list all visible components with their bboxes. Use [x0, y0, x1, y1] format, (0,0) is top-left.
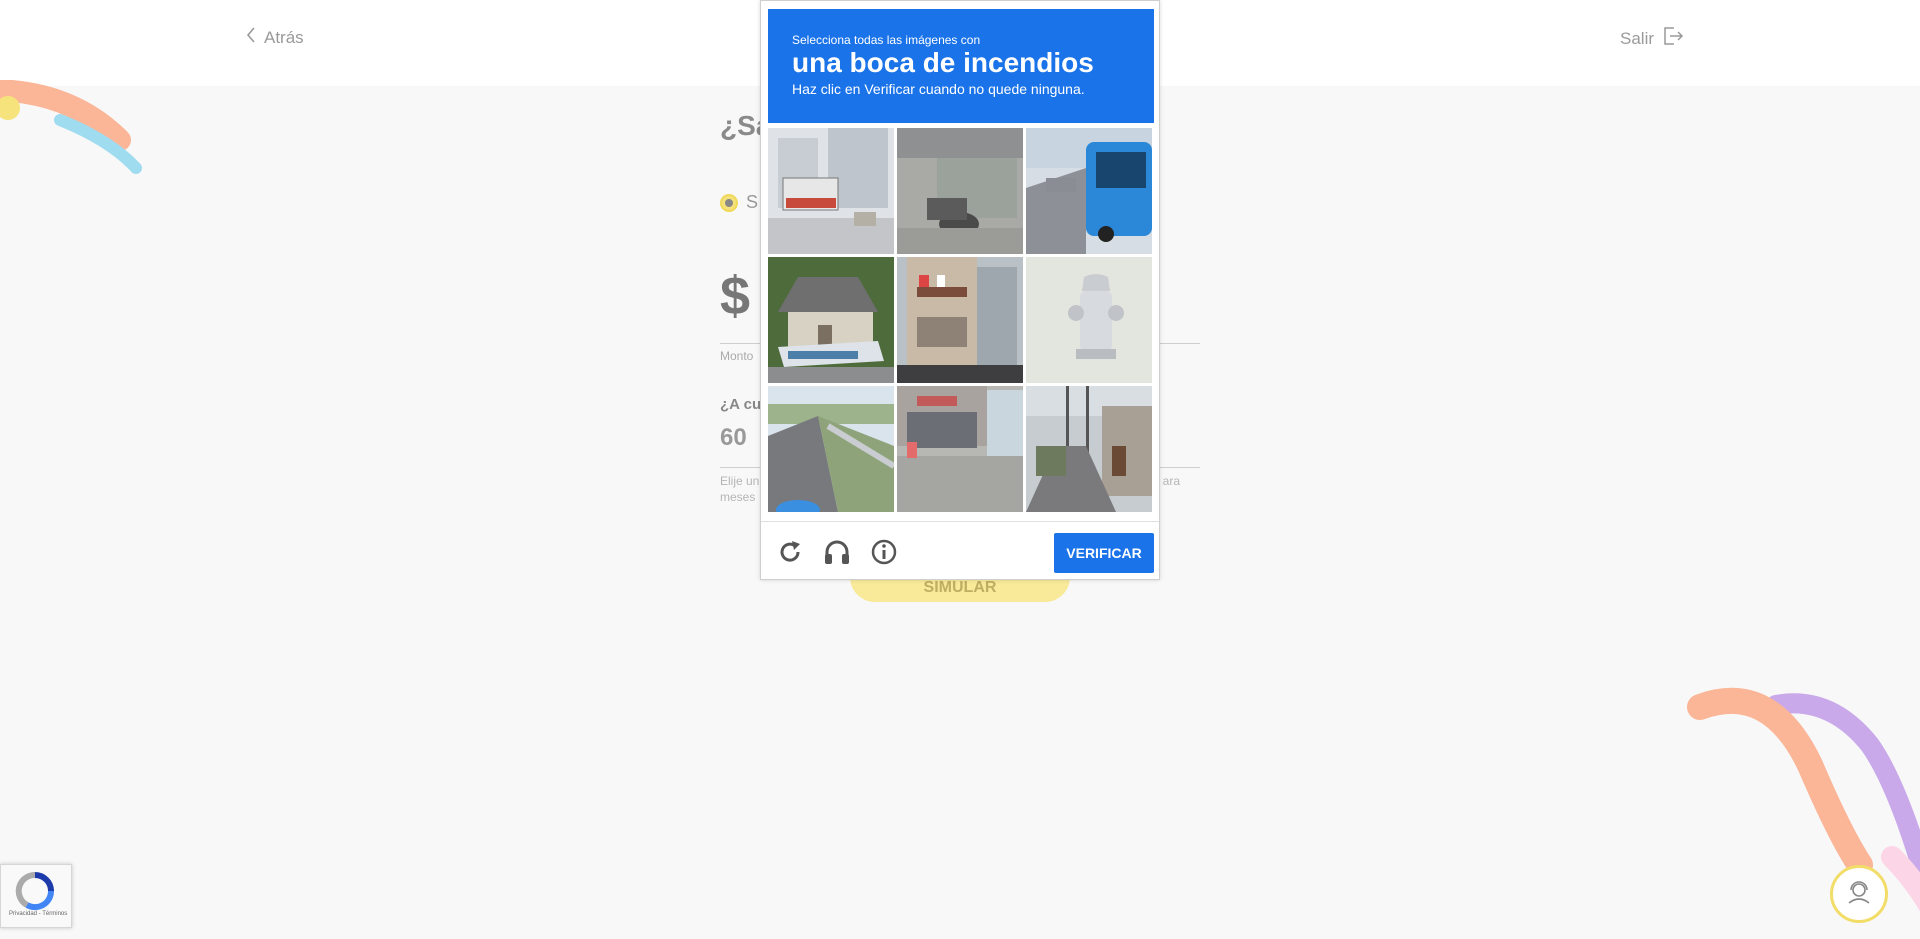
chevron-left-icon: [246, 26, 256, 49]
tile-narrow-street-poles[interactable]: [1026, 386, 1152, 512]
back-label: Atrás: [264, 27, 304, 47]
image-grid: [768, 128, 1156, 516]
info-icon[interactable]: [869, 537, 899, 567]
recaptcha-challenge: Selecciona todas las imágenes con una bo…: [760, 0, 1160, 580]
simulate-button-label: SIMULAR: [923, 579, 997, 596]
back-button[interactable]: Atrás: [246, 26, 304, 49]
term-input[interactable]: 60: [720, 424, 747, 452]
recaptcha-badge[interactable]: Privacidad - Términos: [0, 864, 72, 928]
instruction-line-1: Selecciona todas las imágenes con: [792, 33, 981, 47]
decorative-swoosh-top-left: [0, 80, 142, 174]
logout-icon: [1662, 26, 1684, 51]
radio-selected-icon: [720, 193, 738, 212]
headphones-icon[interactable]: [822, 537, 852, 567]
badge-privacy-terms[interactable]: Privacidad - Términos: [9, 911, 67, 917]
amount-label: Monto: [720, 349, 754, 363]
instruction-line-3: Haz clic en Verificar cuando no quede ni…: [792, 81, 1085, 97]
support-chat-button[interactable]: [1830, 865, 1888, 923]
tile-fire-hydrant[interactable]: [1026, 257, 1152, 383]
exit-button[interactable]: Salir: [1620, 26, 1684, 51]
challenge-footer-divider: [761, 521, 1159, 522]
radio-label: S: [746, 192, 759, 212]
tile-apartment-building[interactable]: [897, 257, 1023, 383]
radio-option[interactable]: S: [720, 192, 758, 213]
recaptcha-logo-icon: [15, 871, 55, 916]
reload-icon[interactable]: [775, 537, 805, 567]
amount-input[interactable]: $: [720, 265, 750, 327]
tile-storefront-bus[interactable]: [897, 386, 1023, 512]
verify-button[interactable]: VERIFICAR: [1054, 533, 1154, 573]
exit-label: Salir: [1620, 28, 1655, 48]
tile-motorcycle-shelter[interactable]: [897, 128, 1023, 254]
support-agent-icon: [1846, 879, 1872, 910]
tile-highway-guardrail[interactable]: [768, 386, 894, 512]
help-line-right: ara: [1162, 474, 1180, 488]
tile-street-bus-buildings[interactable]: [768, 128, 894, 254]
tile-house-boat[interactable]: [768, 257, 894, 383]
term-question: ¿A cu: [720, 396, 762, 413]
target-object: una boca de incendios: [792, 47, 1094, 78]
tile-blue-bus-road[interactable]: [1026, 128, 1152, 254]
challenge-header: Selecciona todas las imágenes con una bo…: [768, 9, 1154, 123]
